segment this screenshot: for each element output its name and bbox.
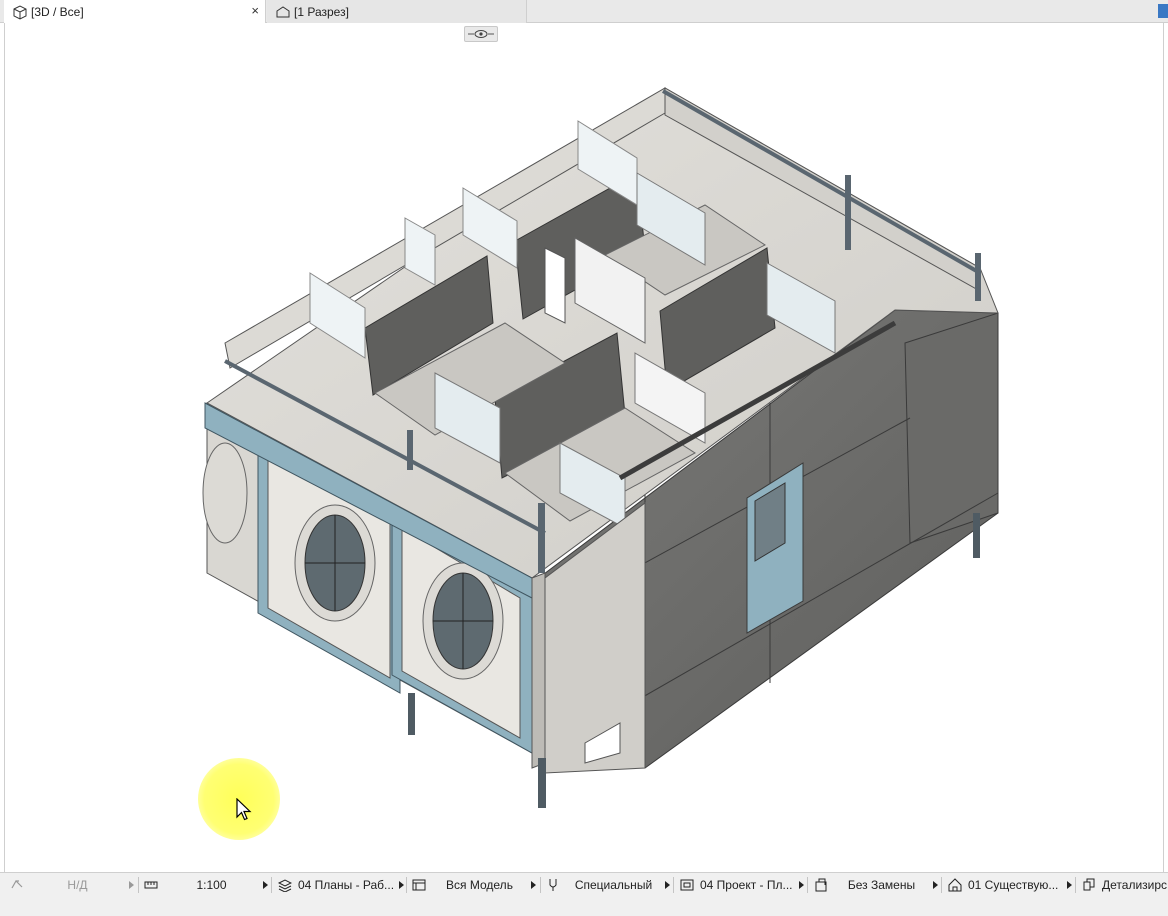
chevron-right-icon: [799, 881, 804, 889]
divider: [271, 877, 272, 893]
building-model[interactable]: [5, 23, 1165, 872]
override-label: Без Замены: [847, 878, 916, 892]
divider: [807, 877, 808, 893]
display-options-icon: [680, 879, 694, 891]
redo-icon: [11, 880, 23, 889]
divider: [941, 877, 942, 893]
undo-label: Н/Д: [67, 878, 88, 892]
close-icon[interactable]: ×: [251, 3, 259, 18]
chevron-right-icon: [665, 881, 670, 889]
tab-3d-all[interactable]: [3D / Все] ×: [4, 0, 266, 23]
chevron-right-icon: [933, 881, 938, 889]
divider: [406, 877, 407, 893]
scale-control[interactable]: 1:100: [144, 873, 268, 897]
tab-label: [1 Разрез]: [294, 4, 349, 19]
mouse-cursor-icon: [236, 798, 252, 821]
mvo-label: 04 Проект - Пл...: [700, 878, 793, 892]
divider: [673, 877, 674, 893]
section-icon: [276, 5, 290, 17]
navigator-icon[interactable]: [1158, 4, 1168, 18]
chevron-right-icon: [531, 881, 536, 889]
detail-label: Детализирс: [1102, 878, 1168, 892]
chevron-right-icon: [399, 881, 404, 889]
divider: [1075, 877, 1076, 893]
view-tab-bar: [3D / Все] × [1 Разрез]: [0, 0, 1168, 23]
cube-icon: [13, 4, 27, 20]
chevron-right-icon: [129, 881, 134, 889]
chevron-right-icon: [1067, 881, 1072, 889]
layer-combination-control[interactable]: 04 Планы - Раб...: [278, 873, 404, 897]
divider: [540, 877, 541, 893]
renovation-filter-control[interactable]: 01 Существую...: [948, 873, 1072, 897]
model-view-icon: [412, 879, 426, 891]
undo-zoom-control[interactable]: Н/Д: [10, 873, 134, 897]
layers-icon: [278, 879, 292, 892]
pen-set-label: Специальный: [574, 878, 653, 892]
scale-label: 1:100: [196, 878, 227, 892]
layers-label: 04 Планы - Раб...: [298, 878, 395, 892]
divider: [138, 877, 139, 893]
pen-set-control[interactable]: Специальный: [546, 873, 670, 897]
renovation-icon: [948, 878, 962, 892]
model-view-label: Вся Модель: [446, 878, 513, 892]
ruler-icon: [144, 881, 158, 889]
detail-level-control[interactable]: Детализирс: [1082, 873, 1168, 897]
chevron-right-icon: [263, 881, 268, 889]
model-view-control[interactable]: Вся Модель: [412, 873, 536, 897]
detail-icon: [1083, 878, 1095, 891]
3d-viewport[interactable]: [4, 23, 1164, 872]
tab-section-1[interactable]: [1 Разрез]: [267, 0, 527, 23]
status-bar: Н/Д 1:100 04 Планы - Раб... Вся Модель С…: [0, 872, 1168, 916]
renovation-label: 01 Существую...: [968, 878, 1059, 892]
graphic-override-control[interactable]: Без Замены: [814, 873, 938, 897]
tab-label: [3D / Все]: [31, 4, 84, 19]
pen-icon: [549, 879, 557, 891]
graphic-override-icon: [815, 878, 827, 892]
model-view-options-control[interactable]: 04 Проект - Пл...: [680, 873, 804, 897]
